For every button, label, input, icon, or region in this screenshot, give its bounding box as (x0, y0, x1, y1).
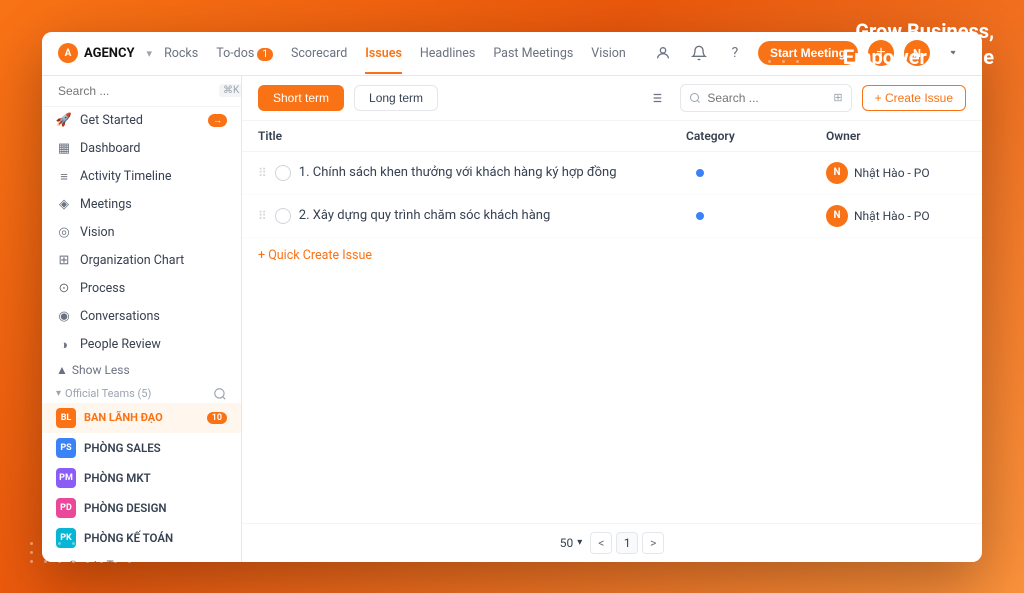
official-teams-section: ▾ Official Teams (5) (42, 381, 241, 403)
page-size-selector[interactable]: 50 ▾ (560, 536, 583, 550)
sidebar-item-meetings[interactable]: ◈ Meetings (42, 191, 241, 219)
page-nav: < 1 > (590, 532, 664, 554)
prev-page-button[interactable]: < (590, 532, 612, 554)
current-page[interactable]: 1 (616, 532, 638, 554)
category-dot-1 (696, 169, 704, 177)
user-icon[interactable] (650, 40, 676, 66)
get-started-icon: 🚀 (56, 113, 72, 129)
sidebar-item-get-started[interactable]: 🚀 Get Started → (42, 107, 241, 135)
nav-todos[interactable]: To-dos1 (216, 44, 273, 63)
app-window: A AGENCY ▾ Rocks To-dos1 Scorecard Issue… (42, 32, 982, 562)
show-less-button[interactable]: ▲ Show Less (42, 359, 241, 381)
teams-arrow-icon: ▾ (56, 388, 61, 399)
hero-text: Grow Business, Empower People (843, 18, 994, 70)
issues-search-icon (689, 92, 701, 104)
page-content: Short term Long term ⊞ + Create Issue Ti… (242, 76, 982, 562)
search-shortcut: ⌘K (219, 84, 242, 97)
table-header: Title Category Owner (242, 121, 982, 152)
nav-scorecard[interactable]: Scorecard (291, 44, 347, 63)
show-less-arrow-icon: ▲ (56, 363, 68, 377)
team-item-phong-design[interactable]: PD PHÒNG DESIGN (42, 493, 241, 523)
sidebar-item-dashboard[interactable]: ▦ Dashboard (42, 135, 241, 163)
org-chart-icon: ⊞ (56, 253, 72, 269)
issue-title-cell-2: ⠿ 2. Xây dựng quy trình chăm sóc khách h… (258, 208, 686, 224)
sidebar-item-process[interactable]: ⊙ Process (42, 275, 241, 303)
owner-name-1: Nhật Hào - PO (854, 166, 930, 180)
issue-title-2: 2. Xây dựng quy trình chăm sóc khách hàn… (299, 208, 550, 223)
owner-avatar-2: N (826, 205, 848, 227)
drag-handle-icon-2[interactable]: ⠿ (258, 209, 267, 223)
search-options-icon[interactable]: ⊞ (833, 91, 842, 104)
drag-handle-icon[interactable]: ⠿ (258, 166, 267, 180)
col-category: Category (686, 129, 826, 143)
official-teams-label: ▾ Official Teams (5) (56, 387, 151, 400)
activity-icon: ≡ (56, 169, 72, 185)
main-content: ⌘K 🚀 Get Started → ▦ Dashboard ≡ Activit… (42, 76, 982, 562)
vision-icon: ◎ (56, 225, 72, 241)
team-avatar-ban-lanh-dao: BL (56, 408, 76, 428)
top-nav-links: Rocks To-dos1 Scorecard Issues Headlines… (164, 44, 650, 63)
conversations-icon: ◉ (56, 309, 72, 325)
sidebar-search-input[interactable] (58, 84, 213, 98)
get-started-badge: → (208, 114, 227, 127)
issues-toolbar: Short term Long term ⊞ + Create Issue (242, 76, 982, 121)
col-owner: Owner (826, 129, 966, 143)
issues-table: Title Category Owner ⠿ 1. Chính sách khe… (242, 121, 982, 523)
sidebar: ⌘K 🚀 Get Started → ▦ Dashboard ≡ Activit… (42, 76, 242, 562)
todos-badge: 1 (257, 48, 273, 61)
sidebar-item-org-chart[interactable]: ⊞ Organization Chart (42, 247, 241, 275)
team-avatar-phong-mkt: PM (56, 468, 76, 488)
next-page-button[interactable]: > (642, 532, 664, 554)
dashboard-icon: ▦ (56, 141, 72, 157)
sidebar-item-conversations[interactable]: ◉ Conversations (42, 303, 241, 331)
sidebar-search-container: ⌘K (42, 76, 241, 107)
team-badge-ban-lanh-dao: 10 (207, 412, 227, 424)
quick-create-button[interactable]: + Quick Create Issue (242, 238, 982, 273)
sidebar-item-people-review[interactable]: ◑ People Review (42, 331, 241, 359)
issue-checkbox-2[interactable] (275, 208, 291, 224)
sidebar-item-vision[interactable]: ◎ Vision (42, 219, 241, 247)
meetings-icon: ◈ (56, 197, 72, 213)
issue-checkbox-1[interactable] (275, 165, 291, 181)
sidebar-item-activity-timeline[interactable]: ≡ Activity Timeline (42, 163, 241, 191)
owner-cell-1: N Nhật Hào - PO (826, 162, 966, 184)
team-item-phong-sales[interactable]: PS PHÒNG SALES (42, 433, 241, 463)
people-review-icon: ◑ (56, 337, 72, 353)
process-icon: ⊙ (56, 281, 72, 297)
filter-icon[interactable] (642, 84, 670, 112)
nav-chevron-icon: ▾ (147, 47, 153, 60)
team-avatar-phong-sales: PS (56, 438, 76, 458)
issue-title-1: 1. Chính sách khen thưởng với khách hàng… (299, 165, 617, 180)
table-row: ⠿ 2. Xây dựng quy trình chăm sóc khách h… (242, 195, 982, 238)
category-dot-2 (696, 212, 704, 220)
owner-cell-2: N Nhật Hào - PO (826, 205, 966, 227)
agency-logo[interactable]: A AGENCY (58, 43, 135, 63)
pagination: 50 ▾ < 1 > (242, 523, 982, 562)
nav-past-meetings[interactable]: Past Meetings (493, 44, 573, 63)
nav-issues[interactable]: Issues (365, 44, 402, 63)
tab-short-term[interactable]: Short term (258, 85, 344, 111)
create-issue-button[interactable]: + Create Issue (862, 85, 966, 111)
col-title: Title (258, 129, 686, 143)
owner-name-2: Nhật Hào - PO (854, 209, 930, 223)
tab-long-term[interactable]: Long term (354, 85, 438, 111)
nav-rocks[interactable]: Rocks (164, 44, 198, 63)
issue-title-cell-1: ⠿ 1. Chính sách khen thưởng với khách hà… (258, 165, 686, 181)
nav-headlines[interactable]: Headlines (420, 44, 475, 63)
top-nav: A AGENCY ▾ Rocks To-dos1 Scorecard Issue… (42, 32, 982, 76)
owner-avatar-1: N (826, 162, 848, 184)
page-size-chevron-icon: ▾ (577, 537, 582, 548)
issues-search-input[interactable] (707, 91, 827, 105)
team-avatar-phong-design: PD (56, 498, 76, 518)
agency-logo-icon: A (58, 43, 78, 63)
teams-search-icon[interactable] (213, 387, 227, 401)
team-item-phong-mkt[interactable]: PM PHÒNG MKT (42, 463, 241, 493)
table-row: ⠿ 1. Chính sách khen thưởng với khách hà… (242, 152, 982, 195)
team-item-ban-lanh-dao[interactable]: BL BAN LÃNH ĐẠO 10 (42, 403, 241, 433)
agency-name: AGENCY (84, 46, 135, 61)
nav-vision[interactable]: Vision (591, 44, 626, 63)
